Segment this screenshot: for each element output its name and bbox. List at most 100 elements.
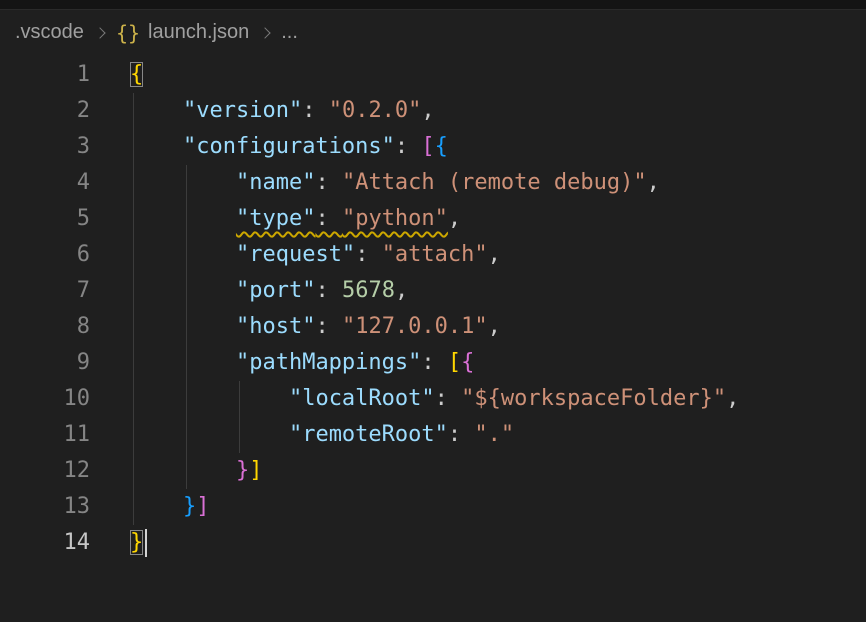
- breadcrumb-file[interactable]: {} launch.json: [116, 21, 249, 45]
- code-line-content[interactable]: "remoteRoot": ".": [130, 417, 514, 453]
- code-token: "${workspaceFolder}": [461, 386, 726, 411]
- line-number[interactable]: 14: [0, 525, 90, 561]
- code-token: "0.2.0": [329, 98, 422, 123]
- code-token: {: [435, 134, 448, 159]
- code-token: "request": [236, 242, 355, 267]
- line-number[interactable]: 9: [0, 345, 90, 381]
- code-line: 11 "remoteRoot": ".": [0, 417, 866, 453]
- code-line-content[interactable]: "version": "0.2.0",: [130, 93, 435, 129]
- code-token: {: [461, 350, 474, 375]
- code-token: "Attach (remote debug)": [342, 170, 647, 195]
- code-line-content[interactable]: {: [130, 57, 143, 93]
- code-token: [130, 278, 236, 303]
- line-number[interactable]: 11: [0, 417, 90, 453]
- code-token: ,: [647, 170, 660, 195]
- code-line-content[interactable]: "port": 5678,: [130, 273, 408, 309]
- code-token: "name": [236, 170, 315, 195]
- code-token: "python": [342, 206, 448, 231]
- code-line-content[interactable]: "localRoot": "${workspaceFolder}",: [130, 381, 739, 417]
- json-file-icon: {}: [116, 21, 140, 45]
- breadcrumb-folder[interactable]: .vscode: [15, 21, 84, 44]
- code-token: :: [421, 350, 448, 375]
- code-token: [130, 386, 289, 411]
- code-token: "port": [236, 278, 315, 303]
- code-token: [: [448, 350, 461, 375]
- code-token: [130, 242, 236, 267]
- code-token: [: [421, 134, 434, 159]
- code-token: ,: [448, 206, 461, 231]
- code-line: 3 "configurations": [{: [0, 129, 866, 165]
- code-token: [130, 98, 183, 123]
- code-token: ]: [249, 458, 262, 483]
- code-token: [130, 458, 236, 483]
- code-line: 9 "pathMappings": [{: [0, 345, 866, 381]
- code-token: :: [302, 98, 329, 123]
- code-token: :: [315, 170, 342, 195]
- line-number[interactable]: 7: [0, 273, 90, 309]
- code-line: 6 "request": "attach",: [0, 237, 866, 273]
- code-line: 5 "type": "python",: [0, 201, 866, 237]
- code-token: [130, 494, 183, 519]
- code-line-content[interactable]: }]: [130, 489, 209, 525]
- code-token: }: [236, 458, 249, 483]
- code-line-content[interactable]: "configurations": [{: [130, 129, 448, 165]
- code-token: "configurations": [183, 134, 395, 159]
- code-token: {: [130, 62, 143, 87]
- code-token: "127.0.0.1": [342, 314, 488, 339]
- code-token: :: [315, 206, 342, 231]
- line-number[interactable]: 13: [0, 489, 90, 525]
- code-token: :: [315, 278, 342, 303]
- code-line: 2 "version": "0.2.0",: [0, 93, 866, 129]
- code-line: 10 "localRoot": "${workspaceFolder}",: [0, 381, 866, 417]
- code-line-content[interactable]: "host": "127.0.0.1",: [130, 309, 501, 345]
- code-line-content[interactable]: "type": "python",: [130, 201, 461, 237]
- line-number[interactable]: 2: [0, 93, 90, 129]
- window-top-bar: [0, 0, 866, 10]
- code-token: "type": [236, 206, 315, 231]
- code-token: ,: [395, 278, 408, 303]
- code-token: [130, 422, 289, 447]
- code-line-content[interactable]: "pathMappings": [{: [130, 345, 474, 381]
- code-token: "attach": [382, 242, 488, 267]
- code-token: :: [355, 242, 382, 267]
- code-token: ,: [726, 386, 739, 411]
- code-token: "pathMappings": [236, 350, 421, 375]
- line-number[interactable]: 6: [0, 237, 90, 273]
- line-number[interactable]: 12: [0, 453, 90, 489]
- code-token: [130, 350, 236, 375]
- code-token: ]: [196, 494, 209, 519]
- code-line: 14}: [0, 525, 866, 561]
- line-number[interactable]: 8: [0, 309, 90, 345]
- code-token: 5678: [342, 278, 395, 303]
- code-token: :: [315, 314, 342, 339]
- code-token: [130, 170, 236, 195]
- line-number[interactable]: 3: [0, 129, 90, 165]
- text-cursor: [145, 529, 147, 557]
- code-token: :: [448, 422, 475, 447]
- code-line: 7 "port": 5678,: [0, 273, 866, 309]
- breadcrumb-file-label: launch.json: [148, 21, 249, 44]
- code-token: :: [395, 134, 422, 159]
- line-number[interactable]: 4: [0, 165, 90, 201]
- code-token: ,: [488, 242, 501, 267]
- code-lines: 1{2 "version": "0.2.0",3 "configurations…: [0, 57, 866, 561]
- code-line-content[interactable]: }]: [130, 453, 262, 489]
- chevron-right-icon: [260, 27, 271, 38]
- code-line: 1{: [0, 57, 866, 93]
- code-line-content[interactable]: }: [130, 525, 147, 561]
- breadcrumb-symbol[interactable]: ...: [281, 21, 298, 44]
- code-token: [130, 206, 236, 231]
- code-line: 13 }]: [0, 489, 866, 525]
- code-token: }: [130, 530, 143, 555]
- code-token: ".": [474, 422, 514, 447]
- code-line: 8 "host": "127.0.0.1",: [0, 309, 866, 345]
- line-number[interactable]: 1: [0, 57, 90, 93]
- line-number[interactable]: 10: [0, 381, 90, 417]
- line-number[interactable]: 5: [0, 201, 90, 237]
- code-token: }: [183, 494, 196, 519]
- code-line-content[interactable]: "request": "attach",: [130, 237, 501, 273]
- breadcrumb: .vscode {} launch.json ...: [0, 10, 866, 55]
- code-line: 12 }]: [0, 453, 866, 489]
- code-line-content[interactable]: "name": "Attach (remote debug)",: [130, 165, 660, 201]
- code-token: "localRoot": [289, 386, 435, 411]
